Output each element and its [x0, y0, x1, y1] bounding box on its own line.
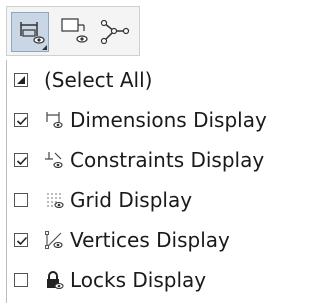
dimension-icon — [46, 112, 63, 129]
menu-item-select-all[interactable]: (Select All) — [14, 62, 320, 98]
menu-item-label: Vertices Display — [70, 228, 230, 252]
menu-item-locks-display[interactable]: Locks Display — [14, 262, 320, 298]
dimensions-visibility-icon — [20, 22, 45, 44]
constraint-icon — [45, 152, 63, 169]
grid-checkbox[interactable] — [14, 193, 28, 207]
menu-item-vertices-display[interactable]: Vertices Display — [14, 222, 320, 258]
constraints-visibility-icon — [61, 18, 88, 43]
menu-item-constraints-display[interactable]: Constraints Display — [14, 142, 320, 178]
menu-item-label: Grid Display — [70, 188, 193, 212]
display-filter-menu: (Select All) Dimensions Display Constrai… — [6, 60, 324, 303]
locks-checkbox[interactable] — [14, 273, 28, 287]
lock-icon — [47, 271, 64, 290]
vertices-visibility-button[interactable] — [95, 12, 133, 52]
vertices-checkbox[interactable] — [14, 233, 28, 247]
menu-item-label: Dimensions Display — [70, 108, 267, 132]
menu-item-label: Constraints Display — [70, 148, 265, 172]
vertex-icon — [45, 231, 63, 249]
constraints-visibility-button[interactable] — [55, 12, 93, 52]
menu-item-label: Locks Display — [70, 268, 207, 292]
menu-border — [6, 60, 7, 303]
display-filter-dropdown-button[interactable] — [11, 12, 49, 52]
grid-icon — [47, 193, 64, 209]
menu-item-dimensions-display[interactable]: Dimensions Display — [14, 102, 320, 138]
dimensions-checkbox[interactable] — [14, 113, 28, 127]
select-all-checkbox[interactable] — [14, 73, 28, 87]
menu-item-grid-display[interactable]: Grid Display — [14, 182, 320, 218]
constraints-checkbox[interactable] — [14, 153, 28, 167]
vertices-icon — [100, 19, 130, 45]
dropdown-arrow-icon — [42, 45, 47, 50]
display-toolbar — [6, 6, 140, 56]
menu-item-label: (Select All) — [44, 68, 153, 92]
